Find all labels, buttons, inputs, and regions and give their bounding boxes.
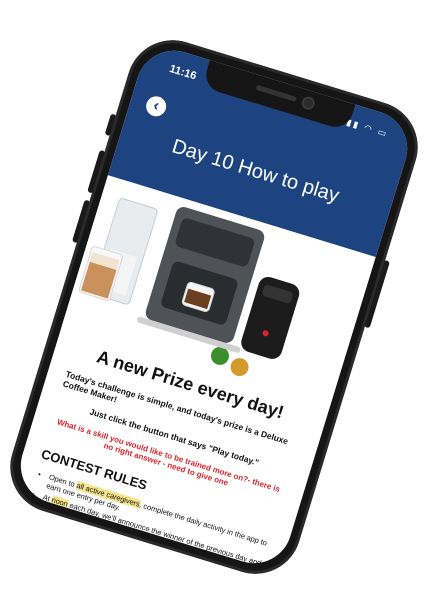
- rule-highlight: [69, 523, 73, 532]
- app-screen: 11:16 ▮▮ ◠ ▭ ‹ Day 10 How to play A new …: [11, 41, 417, 573]
- speaker: [255, 84, 297, 102]
- phone-mockup: 11:16 ▮▮ ◠ ▭ ‹ Day 10 How to play A new …: [0, 28, 428, 586]
- camera: [302, 97, 314, 109]
